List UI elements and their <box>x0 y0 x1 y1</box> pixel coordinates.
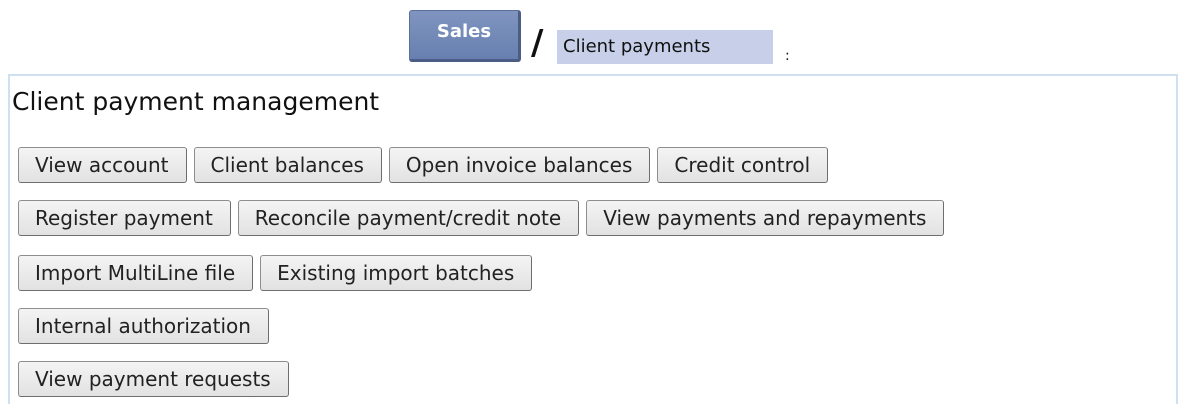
breadcrumb-separator: / <box>531 23 544 63</box>
button-row-1: View account Client balances Open invoic… <box>18 147 829 183</box>
button-row-3: Import MultiLine file Existing import ba… <box>18 255 533 291</box>
sales-menu-button[interactable]: Sales <box>409 10 521 62</box>
button-row-4: Internal authorization <box>18 308 269 344</box>
panel-title: Client payment management <box>12 87 380 116</box>
credit-control-button[interactable]: Credit control <box>657 147 829 183</box>
button-row-2: Register payment Reconcile payment/credi… <box>18 200 945 236</box>
existing-import-batches-button[interactable]: Existing import batches <box>260 255 533 291</box>
view-payment-requests-button[interactable]: View payment requests <box>18 361 289 397</box>
client-payment-panel: Client payment management View account C… <box>8 74 1178 404</box>
internal-authorization-button[interactable]: Internal authorization <box>18 308 269 344</box>
view-account-button[interactable]: View account <box>18 147 187 183</box>
breadcrumb: Sales / Client payments : <box>0 10 1183 66</box>
breadcrumb-suffix: : <box>785 48 790 64</box>
button-row-5: View payment requests <box>18 361 289 397</box>
register-payment-button[interactable]: Register payment <box>18 200 231 236</box>
import-multiline-file-button[interactable]: Import MultiLine file <box>18 255 254 291</box>
view-payments-repayments-button[interactable]: View payments and repayments <box>586 200 945 236</box>
reconcile-payment-button[interactable]: Reconcile payment/credit note <box>237 200 580 236</box>
client-balances-button[interactable]: Client balances <box>193 147 382 183</box>
open-invoice-balances-button[interactable]: Open invoice balances <box>388 147 651 183</box>
breadcrumb-current-page: Client payments <box>557 30 773 64</box>
